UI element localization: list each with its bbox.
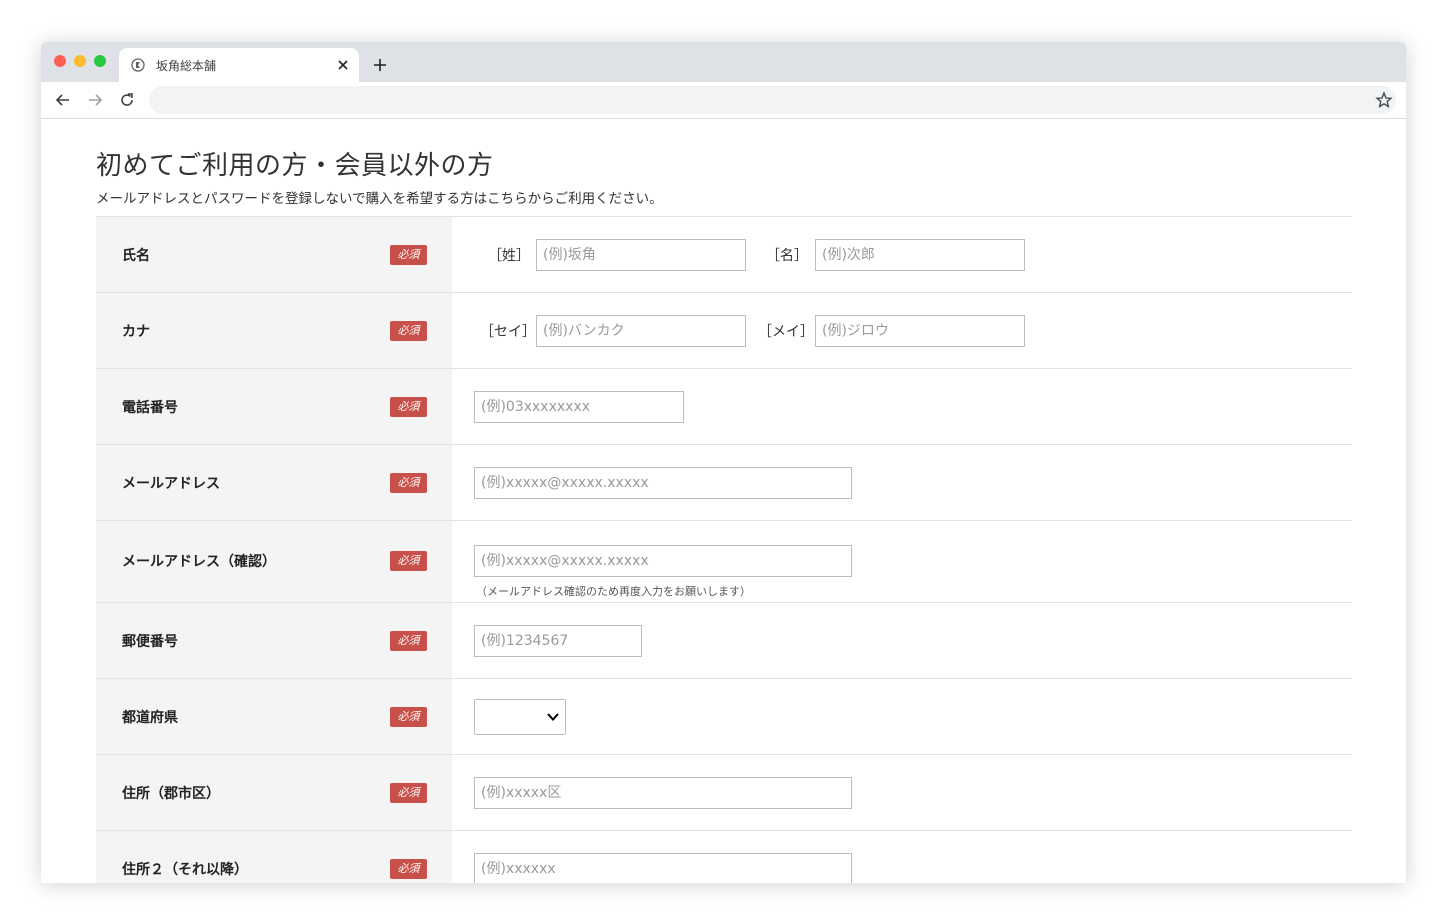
- postal-code-input[interactable]: [474, 624, 642, 657]
- required-badge: 必須: [390, 782, 427, 803]
- page-title: 初めてご利用の方・会員以外の方: [96, 151, 494, 181]
- form-row-email: メールアドレス 必須: [96, 445, 1352, 521]
- label-cell: 都道府県 必須: [96, 679, 452, 754]
- browser-toolbar: [41, 82, 1406, 119]
- form-row-address1: 住所（郡市区） 必須: [96, 755, 1352, 831]
- reload-icon[interactable]: [117, 90, 137, 110]
- prefecture-select[interactable]: [474, 698, 566, 735]
- form-row-prefecture: 都道府県 必須: [96, 679, 1352, 755]
- address-rest-input[interactable]: [474, 852, 852, 883]
- chevron-down-icon: [547, 712, 559, 721]
- page-subtitle: メールアドレスとパスワードを登録しないで購入を希望する方はこちらからご利用くださ…: [96, 191, 663, 207]
- bookmark-star-icon[interactable]: [1375, 91, 1393, 109]
- input-cell: ［姓］ ［名］: [452, 217, 1352, 292]
- new-tab-icon[interactable]: [371, 56, 389, 74]
- label-cell: 住所２（それ以降） 必須: [96, 831, 452, 883]
- required-badge: 必須: [390, 551, 427, 571]
- required-badge: 必須: [390, 630, 427, 651]
- input-cell: （メールアドレス確認のため再度入力をお願いします）: [452, 521, 1352, 602]
- form-row-postal: 郵便番号 必須: [96, 603, 1352, 679]
- field-label-address2: 住所２（それ以降）: [122, 861, 248, 878]
- minimize-window-button[interactable]: [74, 55, 86, 67]
- input-cell: [452, 679, 1352, 754]
- form-row-email-confirm: メールアドレス（確認） 必須 （メールアドレス確認のため再度入力をお願いします）: [96, 521, 1352, 603]
- form-row-address2: 住所２（それ以降） 必須: [96, 831, 1352, 883]
- required-badge: 必須: [390, 706, 427, 727]
- label-cell: 電話番号 必須: [96, 369, 452, 444]
- back-arrow-icon[interactable]: [53, 90, 73, 110]
- form-row-kana: カナ 必須 ［セイ］ ［メイ］: [96, 293, 1352, 369]
- label-cell: カナ 必須: [96, 293, 452, 368]
- input-cell: [452, 369, 1352, 444]
- field-label-email-confirm: メールアドレス（確認）: [122, 554, 276, 570]
- field-label-postal: 郵便番号: [122, 633, 178, 650]
- browser-window: 坂角総本舗 初めてご利用の方・会員以外の方 メールアドレスとパスワードを登録しな…: [41, 42, 1406, 883]
- required-badge: 必須: [390, 472, 427, 493]
- form-row-name: 氏名 必須 ［姓］ ［名］: [96, 217, 1352, 293]
- mei-kana-bracket-label: ［メイ］: [758, 323, 814, 340]
- last-name-input[interactable]: [536, 238, 746, 271]
- maximize-window-button[interactable]: [94, 55, 106, 67]
- close-tab-icon[interactable]: [335, 57, 351, 73]
- required-badge: 必須: [390, 320, 427, 341]
- field-label-prefecture: 都道府県: [122, 709, 178, 726]
- input-cell: [452, 603, 1352, 678]
- sei-bracket-label: ［姓］: [488, 247, 530, 264]
- field-label-phone: 電話番号: [122, 399, 178, 416]
- tab-title: 坂角総本舗: [156, 59, 217, 73]
- email-input[interactable]: [474, 466, 852, 499]
- tab-bar: 坂角総本舗: [41, 42, 1406, 82]
- field-label-kana: カナ: [122, 323, 150, 340]
- field-label-address1: 住所（郡市区）: [122, 785, 220, 802]
- phone-input[interactable]: [474, 390, 684, 423]
- label-cell: メールアドレス 必須: [96, 445, 452, 520]
- address-city-input[interactable]: [474, 776, 852, 809]
- mei-bracket-label: ［名］: [766, 247, 808, 264]
- input-cell: [452, 831, 1352, 883]
- required-badge: 必須: [390, 244, 427, 265]
- address-bar[interactable]: [149, 86, 1396, 114]
- last-name-kana-input[interactable]: [536, 314, 746, 347]
- browser-tab[interactable]: 坂角総本舗: [119, 48, 359, 82]
- label-cell: 郵便番号 必須: [96, 603, 452, 678]
- sei-kana-bracket-label: ［セイ］: [480, 323, 536, 340]
- email-confirm-input[interactable]: [474, 545, 852, 577]
- email-confirm-hint: （メールアドレス確認のため再度入力をお願いします）: [476, 585, 751, 598]
- field-label-email: メールアドレス: [122, 475, 220, 492]
- first-name-kana-input[interactable]: [815, 314, 1025, 347]
- guest-registration-form: 氏名 必須 ［姓］ ［名］ カナ 必須 ［セイ］ ［メイ: [96, 216, 1352, 883]
- form-row-phone: 電話番号 必須: [96, 369, 1352, 445]
- forward-arrow-icon[interactable]: [85, 90, 105, 110]
- label-cell: メールアドレス（確認） 必須: [96, 521, 452, 602]
- field-label-name: 氏名: [122, 247, 150, 264]
- required-badge: 必須: [390, 396, 427, 417]
- required-badge: 必須: [390, 858, 427, 879]
- page-content: 初めてご利用の方・会員以外の方 メールアドレスとパスワードを登録しないで購入を希…: [41, 119, 1406, 883]
- input-cell: [452, 755, 1352, 830]
- site-favicon-icon: [131, 58, 145, 72]
- label-cell: 氏名 必須: [96, 217, 452, 292]
- input-cell: [452, 445, 1352, 520]
- input-cell: ［セイ］ ［メイ］: [452, 293, 1352, 368]
- first-name-input[interactable]: [815, 238, 1025, 271]
- label-cell: 住所（郡市区） 必須: [96, 755, 452, 830]
- close-window-button[interactable]: [54, 55, 66, 67]
